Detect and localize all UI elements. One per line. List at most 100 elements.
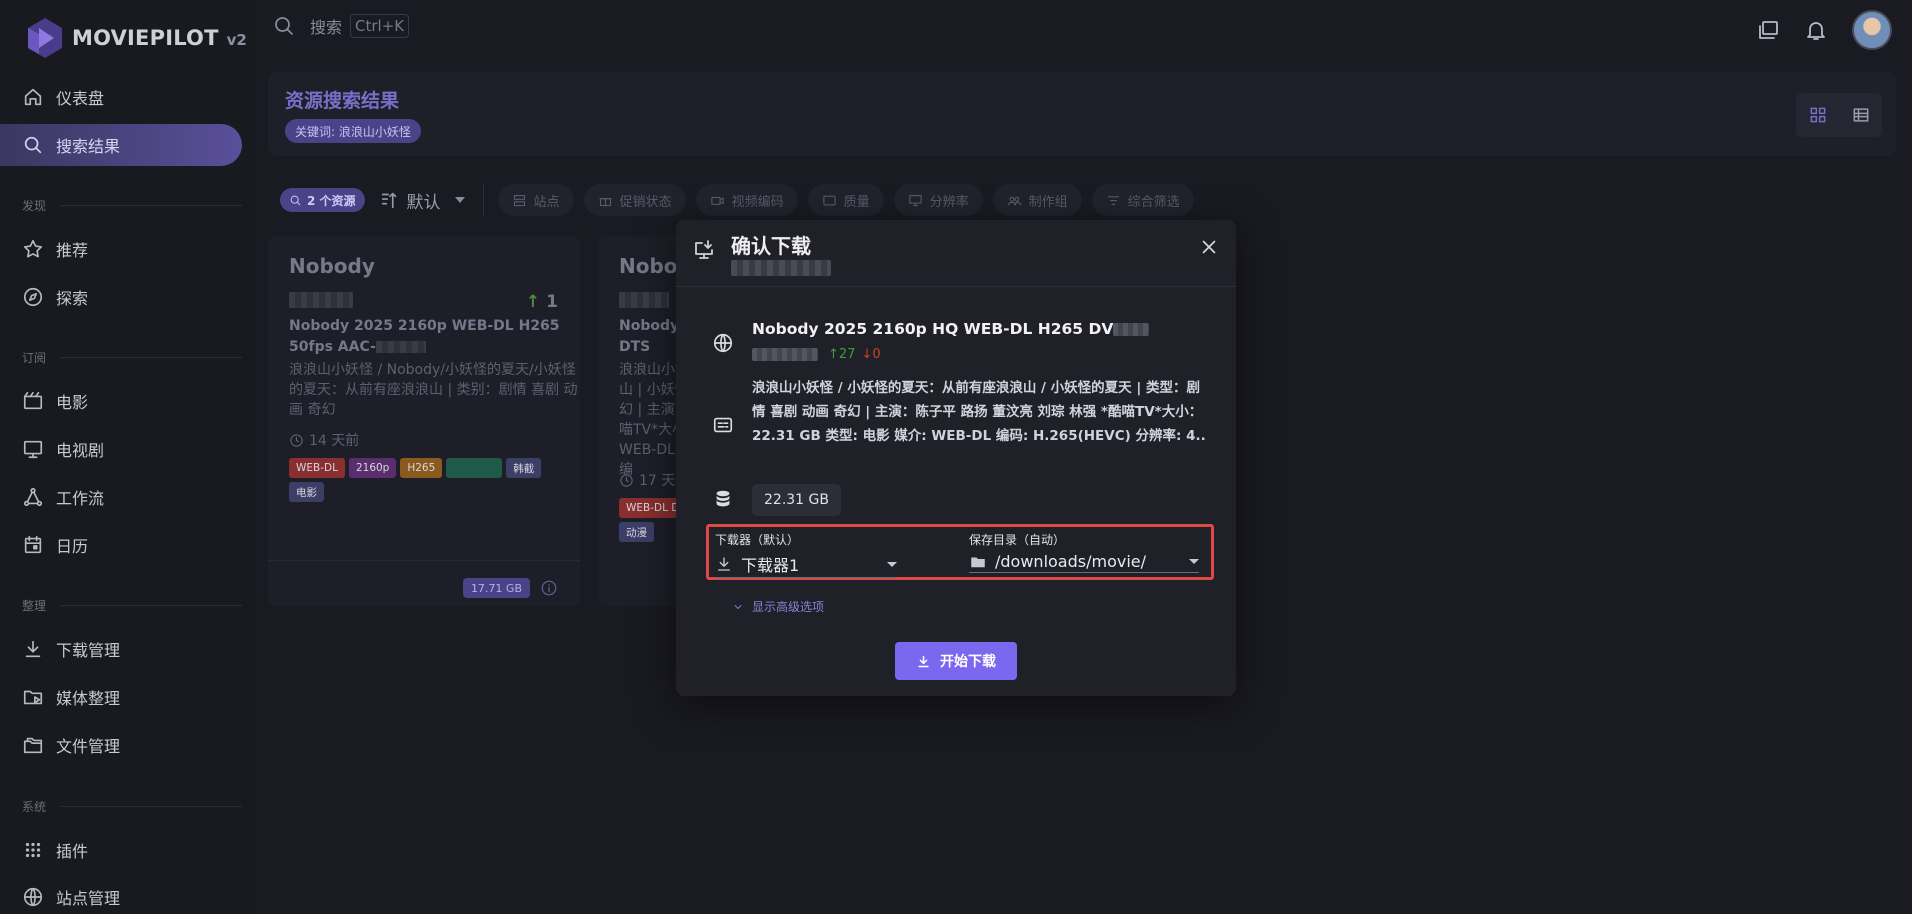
nav-plugins[interactable]: 插件	[0, 829, 242, 871]
filter-video-codec[interactable]: 视频编码	[695, 184, 798, 216]
result-card[interactable]: Nobody ↑ 1 Nobody 2025 2160p WEB-DL H265 …	[268, 236, 580, 606]
chevron-down-icon	[454, 197, 465, 203]
tv-icon	[23, 440, 43, 459]
seeders: ↑27	[828, 347, 856, 362]
windows-icon[interactable]	[1756, 18, 1780, 42]
nav-label: 搜索结果	[56, 137, 121, 156]
avatar[interactable]	[1852, 10, 1892, 50]
bell-icon[interactable]	[1804, 18, 1828, 42]
download-icon	[918, 655, 929, 667]
save-dir-value-text: /downloads/movie/	[995, 552, 1147, 571]
divider	[676, 286, 1236, 287]
clock-icon	[620, 473, 633, 487]
filter-quality[interactable]: 质量	[807, 184, 884, 216]
blurred-site	[289, 292, 353, 308]
nav-workflow[interactable]: 工作流	[0, 476, 242, 518]
dialog-title: 确认下载	[731, 234, 811, 258]
download-to-computer-icon	[695, 240, 713, 259]
filter-promotion[interactable]: 促销状态	[583, 184, 686, 216]
global-search[interactable]: 搜索 Ctrl+K	[272, 14, 410, 38]
video-icon	[710, 196, 724, 205]
tag: 电影	[289, 482, 324, 502]
chevron-down-icon	[1189, 559, 1199, 564]
sort-select[interactable]: 默认	[379, 188, 465, 213]
nav-label: 媒体整理	[56, 689, 121, 708]
result-count: 2 个资源	[307, 193, 356, 208]
tag: 韩截	[506, 458, 542, 478]
download-icon	[718, 557, 730, 571]
filter-resolution[interactable]: 分辨率	[893, 184, 983, 216]
torrent-meta: ↑27 ↓0	[752, 347, 881, 362]
start-download-button[interactable]: 开始下载	[895, 642, 1017, 680]
nav-calendar[interactable]: 日历	[0, 524, 242, 566]
show-advanced-toggle[interactable]: 显示高级选项	[732, 598, 824, 615]
nav-recommend[interactable]: 推荐	[0, 228, 242, 270]
blurred-subtitle	[731, 260, 831, 276]
files-icon	[23, 737, 43, 754]
close-icon[interactable]	[1198, 236, 1220, 258]
grid-view-icon[interactable]	[1808, 105, 1828, 125]
filter-label: 综合筛选	[1127, 194, 1180, 210]
nav-search-results[interactable]: 搜索结果	[0, 124, 242, 166]
nav-label: 站点管理	[56, 889, 121, 908]
nav-tv[interactable]: 电视剧	[0, 428, 242, 470]
filter-bar: 2 个资源 默认 站点 促销状态 视频编码 质量 分辨率 制作组 综合筛选	[280, 184, 1204, 216]
result-name-text: DTS	[619, 339, 651, 355]
confirm-download-dialog: 确认下载 Nobody 2025 2160p HQ WEB-DL H265 DV…	[676, 220, 1236, 696]
filter-combined[interactable]: 综合筛选	[1091, 184, 1194, 216]
database-icon	[716, 490, 730, 507]
result-name: Nobody 2025 2160p WEB-DL H265 50fps AAC-	[289, 316, 579, 358]
top-actions	[1756, 10, 1892, 50]
globe-icon	[713, 333, 733, 353]
nav-movies[interactable]: 电影	[0, 380, 242, 422]
torrent-name-text: Nobody 2025 2160p HQ WEB-DL H265 DV	[752, 320, 1114, 338]
size-badge: 22.31 GB	[752, 484, 841, 516]
tag: 2160p	[348, 458, 397, 478]
nav-media-organize[interactable]: 媒体整理	[0, 676, 242, 718]
info-icon[interactable]	[540, 579, 558, 597]
view-toggle	[1796, 93, 1882, 137]
downloader-value: 下载器1	[715, 552, 897, 578]
nav-explore[interactable]: 探索	[0, 276, 242, 318]
tag-blurred	[446, 458, 503, 478]
filter-label: 视频编码	[731, 194, 784, 210]
workflow-icon	[23, 487, 43, 507]
page-title: 资源搜索结果	[285, 90, 400, 112]
folder-icon	[971, 557, 985, 567]
download-icon	[25, 640, 41, 658]
nav-download-manager[interactable]: 下载管理	[0, 628, 242, 670]
nav-site-manager[interactable]: 站点管理	[0, 876, 242, 914]
downloader-select[interactable]: 下载器（默认） 下载器1	[715, 531, 897, 578]
save-dir-select[interactable]: 保存目录（自动） /downloads/movie/	[969, 531, 1199, 573]
nav-dashboard[interactable]: 仪表盘	[0, 76, 242, 118]
movie-icon	[23, 391, 43, 410]
monitor-icon	[908, 194, 922, 206]
tag: WEB-DL	[289, 458, 345, 478]
blurred-group	[1113, 323, 1150, 336]
seeders-value: 1	[546, 292, 558, 312]
app-logo[interactable]: MOVIEPILOT v2	[26, 16, 247, 60]
keyword-chip[interactable]: 关键词: 浪浪山小妖怪	[285, 119, 421, 143]
search-icon	[290, 195, 301, 205]
nav-file-manager[interactable]: 文件管理	[0, 724, 242, 766]
torrent-description: 浪浪山小妖怪 / 小妖怪的夏天：从前有座浪浪山 / 小妖怪的夏天 | 类型：剧情…	[752, 380, 1206, 444]
chevron-down-icon	[734, 604, 742, 609]
filter-site[interactable]: 站点	[497, 184, 574, 216]
filter-label: 站点	[533, 194, 560, 210]
app-name: MOVIEPILOT	[72, 26, 219, 50]
filter-release-group[interactable]: 制作组	[992, 184, 1082, 216]
filter-label: 分辨率	[929, 194, 969, 210]
card-divider	[268, 560, 580, 561]
nav-label: 文件管理	[56, 737, 121, 756]
nav-label: 日历	[56, 537, 89, 556]
grid-icon	[25, 842, 41, 858]
subtitles-icon	[713, 417, 733, 433]
list-view-icon[interactable]	[1851, 105, 1871, 125]
filter-label: 制作组	[1028, 194, 1068, 210]
result-title: Nobody	[289, 254, 375, 278]
downloader-label: 下载器（默认）	[715, 533, 800, 547]
calendar-icon	[24, 535, 42, 554]
result-time: 14 天前	[289, 430, 359, 450]
blurred-site	[752, 348, 818, 361]
result-count-chip[interactable]: 2 个资源	[280, 188, 365, 212]
